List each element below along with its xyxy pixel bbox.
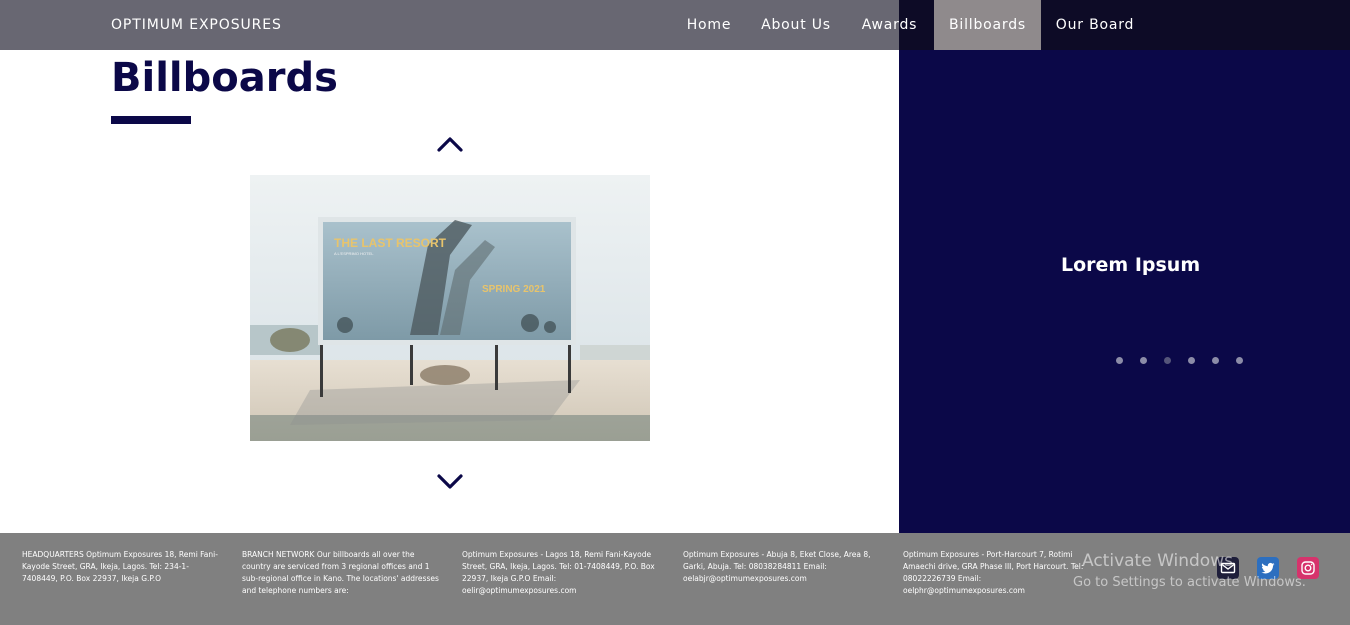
nav-our-board[interactable]: Our Board: [1048, 0, 1142, 50]
billboard-headline: THE LAST RESORT: [334, 236, 447, 250]
billboard-photo: THE LAST RESORT A L'ESPRIMO HOTEL SPRING…: [250, 175, 650, 441]
footer-branch-network: BRANCH NETWORK Our billboards all over t…: [242, 550, 439, 595]
page-title: Billboards: [111, 55, 338, 101]
nav-billboards[interactable]: Billboards: [934, 0, 1041, 50]
title-underline: [111, 116, 191, 124]
footer-lagos-office: Optimum Exposures - Lagos 18, Remi Fani-…: [462, 550, 655, 595]
carousel-dot[interactable]: [1116, 357, 1123, 364]
billboard-subline: A L'ESPRIMO HOTEL: [334, 251, 374, 256]
carousel-dot[interactable]: [1236, 357, 1244, 364]
footer-headquarters: HEADQUARTERS Optimum Exposures 18, Remi …: [22, 550, 218, 583]
carousel-dot-active[interactable]: [1164, 357, 1172, 364]
activate-windows-watermark: Activate Windows: [1082, 551, 1233, 571]
carousel-dot[interactable]: [1140, 357, 1148, 364]
activate-windows-hint: Go to Settings to activate Windows.: [1073, 575, 1306, 590]
footer-abuja-office: Optimum Exposures - Abuja 8, Eket Close,…: [683, 550, 871, 583]
carousel-dots: [1116, 349, 1255, 368]
nav-home[interactable]: Home: [677, 0, 741, 50]
billboard-tagline: SPRING 2021: [482, 284, 546, 295]
carousel-dot[interactable]: [1212, 357, 1220, 364]
carousel-slide-title: Lorem Ipsum: [1061, 254, 1201, 276]
chevron-down-icon[interactable]: [436, 472, 464, 490]
top-navbar: OPTIMUM EXPOSURES Home About Us Awards B…: [0, 0, 1350, 50]
nav-about-us[interactable]: About Us: [751, 0, 841, 50]
brand-logo-text[interactable]: OPTIMUM EXPOSURES: [111, 17, 282, 33]
nav-awards[interactable]: Awards: [852, 0, 927, 50]
carousel-dot[interactable]: [1188, 357, 1196, 364]
chevron-up-icon[interactable]: [436, 135, 464, 153]
